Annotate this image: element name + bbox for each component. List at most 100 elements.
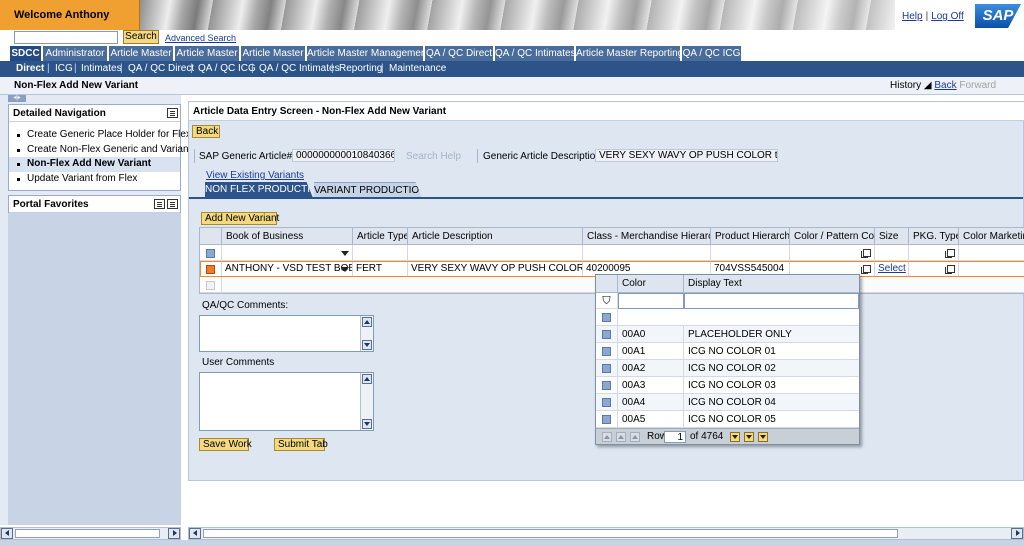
popup-row-selector[interactable] bbox=[596, 309, 618, 325]
nav-item-non-flex-add-new-variant[interactable]: Non-Flex Add New Variant bbox=[9, 157, 180, 172]
dropdown-arrow-icon[interactable] bbox=[341, 267, 349, 272]
view-existing-variants-link[interactable]: View Existing Variants bbox=[206, 170, 304, 181]
dropdown-arrow-icon[interactable] bbox=[341, 251, 349, 256]
cell-color-marketing[interactable] bbox=[959, 261, 1024, 277]
textarea-scrollbar[interactable] bbox=[360, 316, 373, 351]
value-help-icon[interactable] bbox=[861, 249, 871, 258]
popup-blank-row[interactable] bbox=[596, 309, 859, 326]
subnav-reporting[interactable]: Reporting bbox=[339, 61, 382, 77]
subnav-intimates[interactable]: Intimates bbox=[81, 61, 122, 77]
favorites-menu-icon[interactable] bbox=[154, 199, 165, 209]
history-dropdown[interactable]: History bbox=[890, 80, 921, 91]
popup-row-selector[interactable] bbox=[596, 411, 618, 427]
main-horizontal-scrollbar[interactable] bbox=[188, 527, 1024, 540]
search-help-link[interactable]: Search Help bbox=[406, 151, 461, 162]
filter-size[interactable] bbox=[875, 245, 909, 261]
scroll-left-icon[interactable] bbox=[189, 528, 201, 539]
search-input[interactable] bbox=[14, 31, 118, 44]
size-select-link[interactable]: Select bbox=[878, 263, 906, 274]
popup-row-selector[interactable] bbox=[596, 360, 618, 376]
filter-pkg-type[interactable] bbox=[909, 245, 959, 261]
topnav-tab-article-master-management[interactable]: Article Master Management bbox=[307, 46, 429, 61]
topnav-tab-sdcc[interactable]: SDCC bbox=[10, 46, 42, 61]
subnav-qa-qc-icg[interactable]: QA / QC ICG bbox=[198, 61, 256, 77]
filter-color-pattern[interactable] bbox=[790, 245, 875, 261]
scroll-right-icon[interactable] bbox=[1011, 528, 1023, 539]
topnav-tab-article-master-reporting[interactable]: Article Master Reporting bbox=[576, 46, 683, 61]
popup-row[interactable]: 00A2 ICG NO COLOR 02 bbox=[596, 360, 859, 377]
back-link[interactable]: Back bbox=[934, 80, 956, 91]
topnav-tab-qa-qc-intimates[interactable]: QA / QC Intimates bbox=[495, 46, 576, 61]
grid-row-selector[interactable] bbox=[200, 277, 222, 293]
topnav-tab-qa-qc-icg[interactable]: QA / QC ICG bbox=[682, 46, 742, 61]
qa-comments-textarea[interactable] bbox=[199, 315, 374, 352]
submit-tab-button[interactable]: Submit Tab bbox=[274, 438, 328, 451]
tab-non-flex-production[interactable]: NON FLEX PRODUCTION bbox=[205, 182, 313, 198]
cell-pkg-type[interactable] bbox=[909, 261, 959, 277]
tab-variant-production[interactable]: VARIANT PRODUCTION bbox=[314, 182, 422, 198]
filter-article-type[interactable] bbox=[353, 245, 408, 261]
subnav-direct[interactable]: Direct bbox=[16, 61, 44, 77]
popup-row[interactable]: 00A5 ICG NO COLOR 05 bbox=[596, 411, 859, 428]
logoff-link[interactable]: Log Off bbox=[931, 11, 964, 22]
cell-article-description[interactable]: VERY SEXY WAVY OP PUSH COLOR test bbox=[408, 261, 583, 277]
popup-row-selector[interactable] bbox=[596, 326, 618, 342]
scroll-left-icon[interactable] bbox=[1, 528, 13, 539]
next-page-icon[interactable] bbox=[744, 432, 754, 442]
search-button[interactable]: Search bbox=[123, 30, 159, 44]
history-caret-icon[interactable]: ◢ bbox=[921, 80, 934, 91]
scroll-down-icon[interactable] bbox=[362, 419, 372, 429]
cell-size[interactable]: Select bbox=[875, 261, 909, 277]
cell-book-of-business[interactable]: ANTHONY - VSD TEST BOB bbox=[222, 261, 353, 277]
topnav-tab-administrator[interactable]: Administrator bbox=[43, 46, 108, 61]
popup-row-selector[interactable] bbox=[596, 394, 618, 410]
scroll-up-icon[interactable] bbox=[362, 317, 372, 327]
favorites-options-icon[interactable] bbox=[167, 199, 178, 209]
value-help-icon[interactable] bbox=[945, 249, 955, 258]
popup-filter-color[interactable] bbox=[618, 293, 684, 309]
filter-article-description[interactable] bbox=[408, 245, 583, 261]
section-menu-icon[interactable] bbox=[167, 108, 178, 118]
filter-color-marketing[interactable] bbox=[959, 245, 1024, 261]
textarea-scrollbar[interactable] bbox=[360, 373, 373, 430]
user-comments-textarea[interactable] bbox=[199, 372, 374, 431]
scroll-thumb[interactable] bbox=[203, 529, 898, 538]
popup-row-selector[interactable] bbox=[596, 377, 618, 393]
popup-row[interactable]: 00A1 ICG NO COLOR 01 bbox=[596, 343, 859, 360]
popup-row[interactable]: 00A3 ICG NO COLOR 03 bbox=[596, 377, 859, 394]
left-panel-scrollbar[interactable] bbox=[0, 527, 181, 540]
value-help-icon[interactable] bbox=[945, 265, 955, 274]
popup-row-selector[interactable] bbox=[596, 343, 618, 359]
nav-item-create-generic-placeholder[interactable]: Create Generic Place Holder for Flex bbox=[9, 128, 191, 143]
subnav-qa-qc-intimates[interactable]: QA / QC Intimates bbox=[259, 61, 340, 77]
subnav-maintenance[interactable]: Maintenance bbox=[389, 61, 446, 77]
topnav-tab-qa-qc-direct[interactable]: QA / QC Direct bbox=[425, 46, 494, 61]
subnav-icg[interactable]: ICG bbox=[55, 61, 73, 77]
topnav-tab-article-master-1[interactable]: Article Master bbox=[109, 46, 174, 61]
nav-item-update-variant-from-flex[interactable]: Update Variant from Flex bbox=[9, 172, 180, 187]
grid-row-selector[interactable] bbox=[200, 245, 222, 261]
value-help-icon[interactable] bbox=[861, 265, 871, 274]
filter-product-hierarchy[interactable] bbox=[711, 245, 790, 261]
generic-article-field[interactable]: 000000000010840366 bbox=[292, 149, 395, 162]
filter-book-of-business[interactable] bbox=[222, 245, 353, 261]
scroll-right-icon[interactable] bbox=[168, 528, 180, 539]
collapse-panel-icon[interactable]: ◂|▸ bbox=[8, 95, 26, 102]
popup-filter-text[interactable] bbox=[684, 293, 859, 309]
back-button[interactable]: Back bbox=[192, 125, 220, 138]
grid-row-selector[interactable] bbox=[200, 261, 222, 277]
scroll-thumb[interactable] bbox=[15, 529, 160, 538]
topnav-tab-article-master-2[interactable]: Article Master bbox=[175, 46, 240, 61]
save-work-button[interactable]: Save Work bbox=[199, 438, 252, 451]
popup-row[interactable]: 00A0 PLACEHOLDER ONLY bbox=[596, 326, 859, 343]
nav-item-create-non-flex-generic[interactable]: Create Non-Flex Generic and Variant bbox=[9, 143, 191, 158]
help-link[interactable]: Help bbox=[902, 11, 923, 22]
subnav-qa-qc-direct[interactable]: QA / QC Direct bbox=[128, 61, 194, 77]
last-page-icon[interactable] bbox=[758, 432, 768, 442]
filter-class[interactable] bbox=[583, 245, 711, 261]
generic-description-field[interactable]: VERY SEXY WAVY OP PUSH COLOR test bbox=[595, 149, 778, 162]
scroll-down-icon[interactable] bbox=[362, 340, 372, 350]
row-number-input[interactable] bbox=[664, 431, 686, 443]
cell-article-type[interactable]: FERT bbox=[353, 261, 408, 277]
topnav-tab-article-master-3[interactable]: Article Master bbox=[241, 46, 306, 61]
